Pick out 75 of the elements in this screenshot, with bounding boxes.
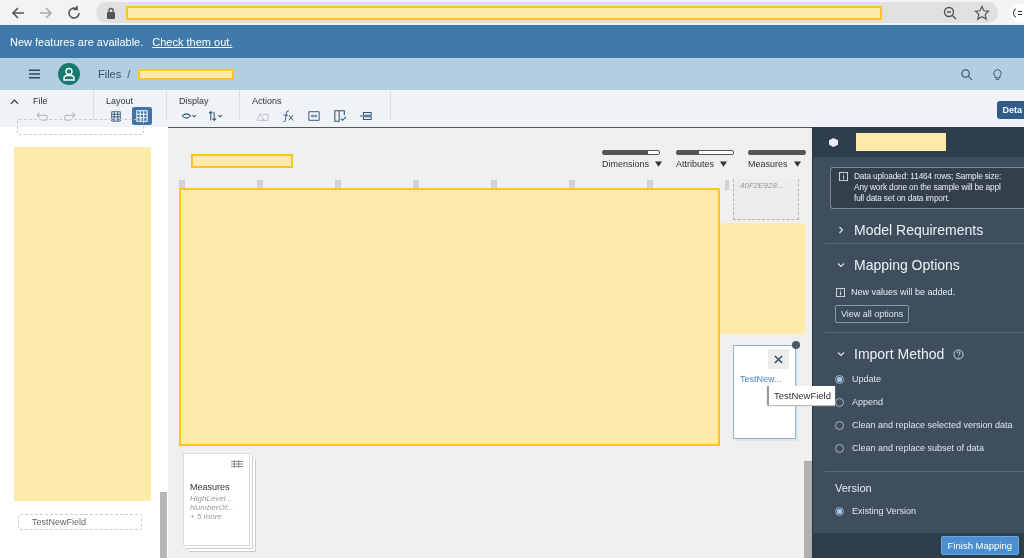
filter-label: Attributes bbox=[676, 159, 715, 169]
cube-icon bbox=[829, 137, 838, 147]
toolbar-group-label: Layout bbox=[106, 96, 135, 106]
info-text: full data set on data import. bbox=[854, 193, 951, 204]
info-text: Data uploaded: 11464 rows; Sample size: bbox=[854, 171, 1002, 182]
tooltip: TestNewField bbox=[767, 386, 836, 405]
section-header[interactable]: Mapping Options bbox=[825, 244, 1024, 273]
breadcrumb-separator: / bbox=[127, 68, 131, 80]
help-icon[interactable] bbox=[953, 348, 965, 360]
chevron-right-icon bbox=[837, 226, 845, 234]
collapse-icon[interactable] bbox=[10, 99, 19, 105]
toolbar-group-label: File bbox=[33, 96, 49, 106]
section-header[interactable]: Model Requirements bbox=[825, 209, 1024, 238]
card-title: TestNew... bbox=[740, 374, 783, 384]
table-icon bbox=[135, 110, 149, 122]
avatar-icon[interactable] bbox=[58, 63, 80, 85]
radio-button[interactable] bbox=[835, 506, 844, 516]
table-button[interactable] bbox=[132, 107, 152, 125]
scrollbar[interactable] bbox=[160, 492, 167, 558]
close-icon bbox=[774, 354, 783, 364]
measure-icon bbox=[231, 460, 243, 468]
align-icon bbox=[359, 110, 373, 122]
toolbar-group-label: Actions bbox=[252, 96, 283, 106]
calendar-icon bbox=[109, 110, 123, 122]
info-icon bbox=[839, 172, 848, 181]
check-them-out-link[interactable]: Check them out. bbox=[152, 35, 233, 48]
filter-label: Dimensions bbox=[601, 159, 649, 169]
card-text: + 5 more bbox=[190, 512, 223, 521]
search-icon[interactable] bbox=[960, 67, 973, 81]
reload-icon[interactable] bbox=[66, 4, 82, 21]
close-button[interactable] bbox=[768, 349, 789, 369]
formula-icon bbox=[281, 110, 295, 122]
star-icon[interactable] bbox=[974, 4, 990, 21]
redo-icon bbox=[62, 110, 76, 122]
view-all-options-button[interactable]: View all options bbox=[835, 305, 910, 323]
lightbulb-icon[interactable] bbox=[991, 67, 1004, 81]
split-icon bbox=[307, 110, 321, 122]
banner-message: New features are available. bbox=[10, 35, 144, 48]
chevron-down-icon bbox=[837, 261, 845, 269]
handle-icon[interactable] bbox=[792, 341, 800, 349]
card-text: 40F2E928... bbox=[740, 181, 785, 190]
radio-label: Clean and replace selected version data bbox=[852, 420, 1013, 430]
section-header[interactable]: Import Method bbox=[825, 333, 1024, 362]
note-text: New values will be added. bbox=[851, 287, 956, 297]
dropdown-icon[interactable] bbox=[720, 161, 728, 167]
scrollbar[interactable] bbox=[804, 461, 812, 558]
field-chip[interactable]: TestNewField bbox=[18, 514, 142, 530]
details-button[interactable]: Deta bbox=[997, 101, 1024, 119]
radio-button[interactable] bbox=[835, 374, 844, 384]
breadcrumb-link[interactable]: Files bbox=[98, 68, 122, 80]
radio-label: Append bbox=[852, 397, 884, 407]
toolbar-group-label: Display bbox=[179, 96, 210, 106]
lock-icon bbox=[106, 6, 116, 19]
back-icon[interactable] bbox=[10, 4, 26, 21]
card-text: HighLevel... bbox=[190, 494, 234, 503]
sort-dropdown-icon bbox=[208, 110, 222, 122]
extension-icon[interactable] bbox=[1010, 2, 1024, 23]
undo-icon bbox=[36, 110, 50, 122]
filter-label: Measures bbox=[748, 159, 788, 169]
shapes-icon bbox=[255, 110, 269, 122]
radio-label: Clean and replace subset of data bbox=[852, 443, 985, 453]
eye-dropdown-icon bbox=[182, 110, 196, 122]
radio-label: Update bbox=[852, 374, 882, 384]
chevron-down-icon bbox=[837, 350, 845, 358]
menu-icon[interactable] bbox=[28, 68, 41, 80]
info-icon bbox=[836, 288, 845, 297]
dropdown-icon[interactable] bbox=[793, 161, 801, 167]
version-heading: Version bbox=[835, 482, 873, 494]
card-title: Measures bbox=[190, 482, 231, 492]
info-text: Any work done on the sample will be appl bbox=[854, 182, 1002, 193]
column-check-icon bbox=[333, 110, 347, 122]
zoom-out-icon[interactable] bbox=[942, 4, 958, 21]
dropdown-icon[interactable] bbox=[655, 161, 662, 167]
radio-label: Existing Version bbox=[852, 506, 917, 516]
card-text: NumberOf... bbox=[190, 503, 235, 512]
